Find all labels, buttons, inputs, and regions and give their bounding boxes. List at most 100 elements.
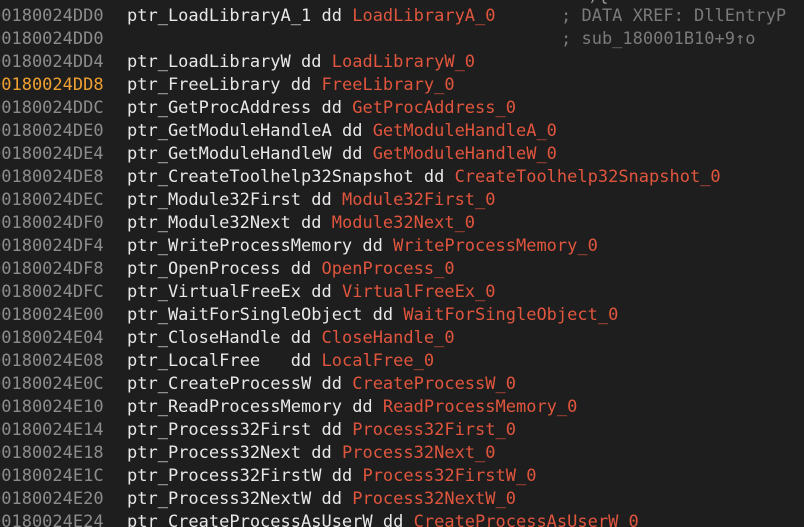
- listing-row[interactable]: 00180024DE4 ptr_GetModuleHandleW dd GetMo…: [0, 143, 557, 166]
- symbol-name[interactable]: ptr_GetModuleHandleA: [127, 121, 332, 141]
- listing-row[interactable]: 00180024E10 ptr_ReadProcessMemory dd Read…: [0, 396, 577, 419]
- address-label[interactable]: 00180024DE4: [0, 143, 127, 166]
- symbol-name[interactable]: ptr_Module32Next: [127, 213, 291, 233]
- address-label[interactable]: 00180024E04: [0, 327, 127, 350]
- import-reference[interactable]: LoadLibraryW_0: [332, 52, 475, 72]
- import-reference[interactable]: GetModuleHandleA_0: [373, 121, 557, 141]
- listing-row[interactable]: 00180024E08 ptr_LocalFree dd LocalFree_0: [0, 350, 434, 373]
- address-label[interactable]: 00180024DD0: [0, 5, 127, 28]
- symbol-name[interactable]: ptr_CreateToolhelp32Snapshot: [127, 167, 414, 187]
- spacing: [362, 305, 372, 325]
- address-label[interactable]: 00180024E0C: [0, 373, 127, 396]
- listing-row[interactable]: 00180024E24 ptr_CreateProcessAsUserW dd C…: [0, 511, 639, 527]
- symbol-name[interactable]: ptr_ReadProcessMemory: [127, 397, 342, 417]
- address-label[interactable]: 00180024DF4: [0, 235, 127, 258]
- spacing: [342, 397, 352, 417]
- disassembly-listing[interactable]: ){ 00180024DD0ptr_LoadLibraryA_1 dd Load…: [0, 0, 804, 527]
- import-reference[interactable]: Process32FirstW_0: [362, 466, 536, 486]
- address-label[interactable]: 00180024DD0: [0, 28, 127, 51]
- listing-row[interactable]: 00180024DD0 ; sub_180001B10+9↑o: [0, 28, 755, 51]
- symbol-name[interactable]: ptr_OpenProcess: [127, 259, 281, 279]
- address-label[interactable]: 00180024E24: [0, 511, 127, 527]
- listing-row[interactable]: 00180024DE8 ptr_CreateToolhelp32Snapshot …: [0, 166, 721, 189]
- symbol-name[interactable]: ptr_Process32First: [127, 420, 311, 440]
- address-label[interactable]: 00180024E14: [0, 419, 127, 442]
- listing-row[interactable]: 00180024E1C ptr_Process32FirstW dd Proces…: [0, 465, 536, 488]
- listing-row[interactable]: 00180024E18 ptr_Process32Next dd Process3…: [0, 442, 496, 465]
- import-reference[interactable]: Process32Next_0: [342, 443, 496, 463]
- listing-row[interactable]: 00180024DD8 ptr_FreeLibrary dd FreeLibrar…: [0, 74, 455, 97]
- listing-row[interactable]: 00180024E0C ptr_CreateProcessW dd CreateP…: [0, 373, 516, 396]
- listing-row[interactable]: 00180024DD0 ptr_LoadLibraryA_1 dd LoadLib…: [0, 5, 786, 28]
- xref-comment[interactable]: ; DATA XREF: DllEntryP: [561, 5, 786, 28]
- address-label[interactable]: 00180024DE8: [0, 166, 127, 189]
- data-directive: dd: [321, 420, 342, 440]
- address-label[interactable]: 00180024E1C: [0, 465, 127, 488]
- import-reference[interactable]: CloseHandle_0: [322, 328, 455, 348]
- xref-comment[interactable]: ; sub_180001B10+9↑o: [561, 28, 755, 51]
- address-label[interactable]: 00180024DE0: [0, 120, 127, 143]
- import-reference[interactable]: FreeLibrary_0: [322, 75, 455, 95]
- data-directive: dd: [290, 75, 312, 95]
- symbol-name[interactable]: ptr_WaitForSingleObject: [127, 305, 362, 325]
- address-label[interactable]: 00180024E20: [0, 488, 127, 511]
- symbol-name[interactable]: ptr_Module32First: [127, 190, 301, 210]
- import-reference[interactable]: CreateProcessW_0: [352, 374, 516, 394]
- address-label[interactable]: 00180024DEC: [0, 189, 127, 212]
- import-reference[interactable]: GetModuleHandleW_0: [373, 144, 557, 164]
- symbol-name[interactable]: ptr_LocalFree: [127, 351, 260, 371]
- address-label[interactable]: 00180024DF8: [0, 258, 127, 281]
- listing-row[interactable]: 00180024DF0 ptr_Module32Next dd Module32N…: [0, 212, 475, 235]
- import-reference[interactable]: Module32First_0: [342, 190, 496, 210]
- import-reference[interactable]: ReadProcessMemory_0: [383, 397, 577, 417]
- address-label[interactable]: 00180024DF0: [0, 212, 127, 235]
- symbol-name[interactable]: ptr_VirtualFreeEx: [127, 282, 301, 302]
- symbol-name[interactable]: ptr_Process32Next: [127, 443, 301, 463]
- symbol-name[interactable]: ptr_CreateProcessAsUserW: [127, 512, 373, 527]
- import-reference[interactable]: WriteProcessMemory_0: [393, 236, 598, 256]
- import-reference[interactable]: OpenProcess_0: [322, 259, 455, 279]
- symbol-name[interactable]: ptr_WriteProcessMemory: [127, 236, 352, 256]
- symbol-name[interactable]: ptr_GetProcAddress: [127, 98, 311, 118]
- import-reference[interactable]: VirtualFreeEx_0: [342, 282, 496, 302]
- import-reference[interactable]: Process32First_0: [352, 420, 516, 440]
- data-directive: dd: [382, 512, 404, 527]
- listing-row[interactable]: 00180024E14 ptr_Process32First dd Process…: [0, 419, 516, 442]
- symbol-name[interactable]: ptr_FreeLibrary: [127, 75, 281, 95]
- data-directive: dd: [341, 144, 363, 164]
- symbol-name[interactable]: ptr_Process32FirstW: [127, 466, 321, 486]
- listing-row[interactable]: 00180024DDC ptr_GetProcAddress dd GetProc…: [0, 97, 516, 120]
- import-reference[interactable]: Module32Next_0: [332, 213, 475, 233]
- import-reference[interactable]: Process32NextW_0: [352, 489, 516, 509]
- listing-row[interactable]: 00180024DFC ptr_VirtualFreeEx dd VirtualF…: [0, 281, 496, 304]
- address-label[interactable]: 00180024E18: [0, 442, 127, 465]
- listing-row[interactable]: 00180024E20 ptr_Process32NextW dd Process…: [0, 488, 516, 511]
- import-reference[interactable]: WaitForSingleObject_0: [403, 305, 618, 325]
- spacing: [332, 443, 342, 463]
- address-label[interactable]: 00180024E00: [0, 304, 127, 327]
- listing-row[interactable]: 00180024DD4 ptr_LoadLibraryW dd LoadLibra…: [0, 51, 475, 74]
- symbol-name[interactable]: ptr_CloseHandle: [127, 328, 281, 348]
- listing-row[interactable]: 00180024DEC ptr_Module32First dd Module32…: [0, 189, 496, 212]
- address-label[interactable]: 00180024E08: [0, 350, 127, 373]
- address-label[interactable]: 00180024DFC: [0, 281, 127, 304]
- symbol-name[interactable]: ptr_Process32NextW: [127, 489, 311, 509]
- symbol-name[interactable]: ptr_LoadLibraryW: [127, 52, 291, 72]
- address-label[interactable]: 00180024E10: [0, 396, 127, 419]
- symbol-name[interactable]: ptr_CreateProcessW: [127, 374, 311, 394]
- listing-row[interactable]: 00180024DF4 ptr_WriteProcessMemory dd Wri…: [0, 235, 598, 258]
- listing-row[interactable]: 00180024DF8 ptr_OpenProcess dd OpenProces…: [0, 258, 455, 281]
- address-label[interactable]: 00180024DD8: [0, 74, 127, 97]
- address-label[interactable]: 00180024DDC: [0, 97, 127, 120]
- listing-row[interactable]: 00180024E04 ptr_CloseHandle dd CloseHandl…: [0, 327, 455, 350]
- import-reference[interactable]: LocalFree_0: [322, 351, 435, 371]
- import-reference[interactable]: GetProcAddress_0: [352, 98, 516, 118]
- import-reference[interactable]: CreateProcessAsUserW_0: [414, 512, 639, 527]
- listing-row[interactable]: 00180024DE0 ptr_GetModuleHandleA dd GetMo…: [0, 120, 557, 143]
- import-reference[interactable]: LoadLibraryA_0: [352, 6, 495, 26]
- listing-row[interactable]: 00180024E00 ptr_WaitForSingleObject dd Wa…: [0, 304, 618, 327]
- import-reference[interactable]: CreateToolhelp32Snapshot_0: [455, 167, 721, 187]
- address-label[interactable]: 00180024DD4: [0, 51, 127, 74]
- symbol-name[interactable]: ptr_GetModuleHandleW: [127, 144, 332, 164]
- symbol-name[interactable]: ptr_LoadLibraryA_1: [127, 6, 311, 26]
